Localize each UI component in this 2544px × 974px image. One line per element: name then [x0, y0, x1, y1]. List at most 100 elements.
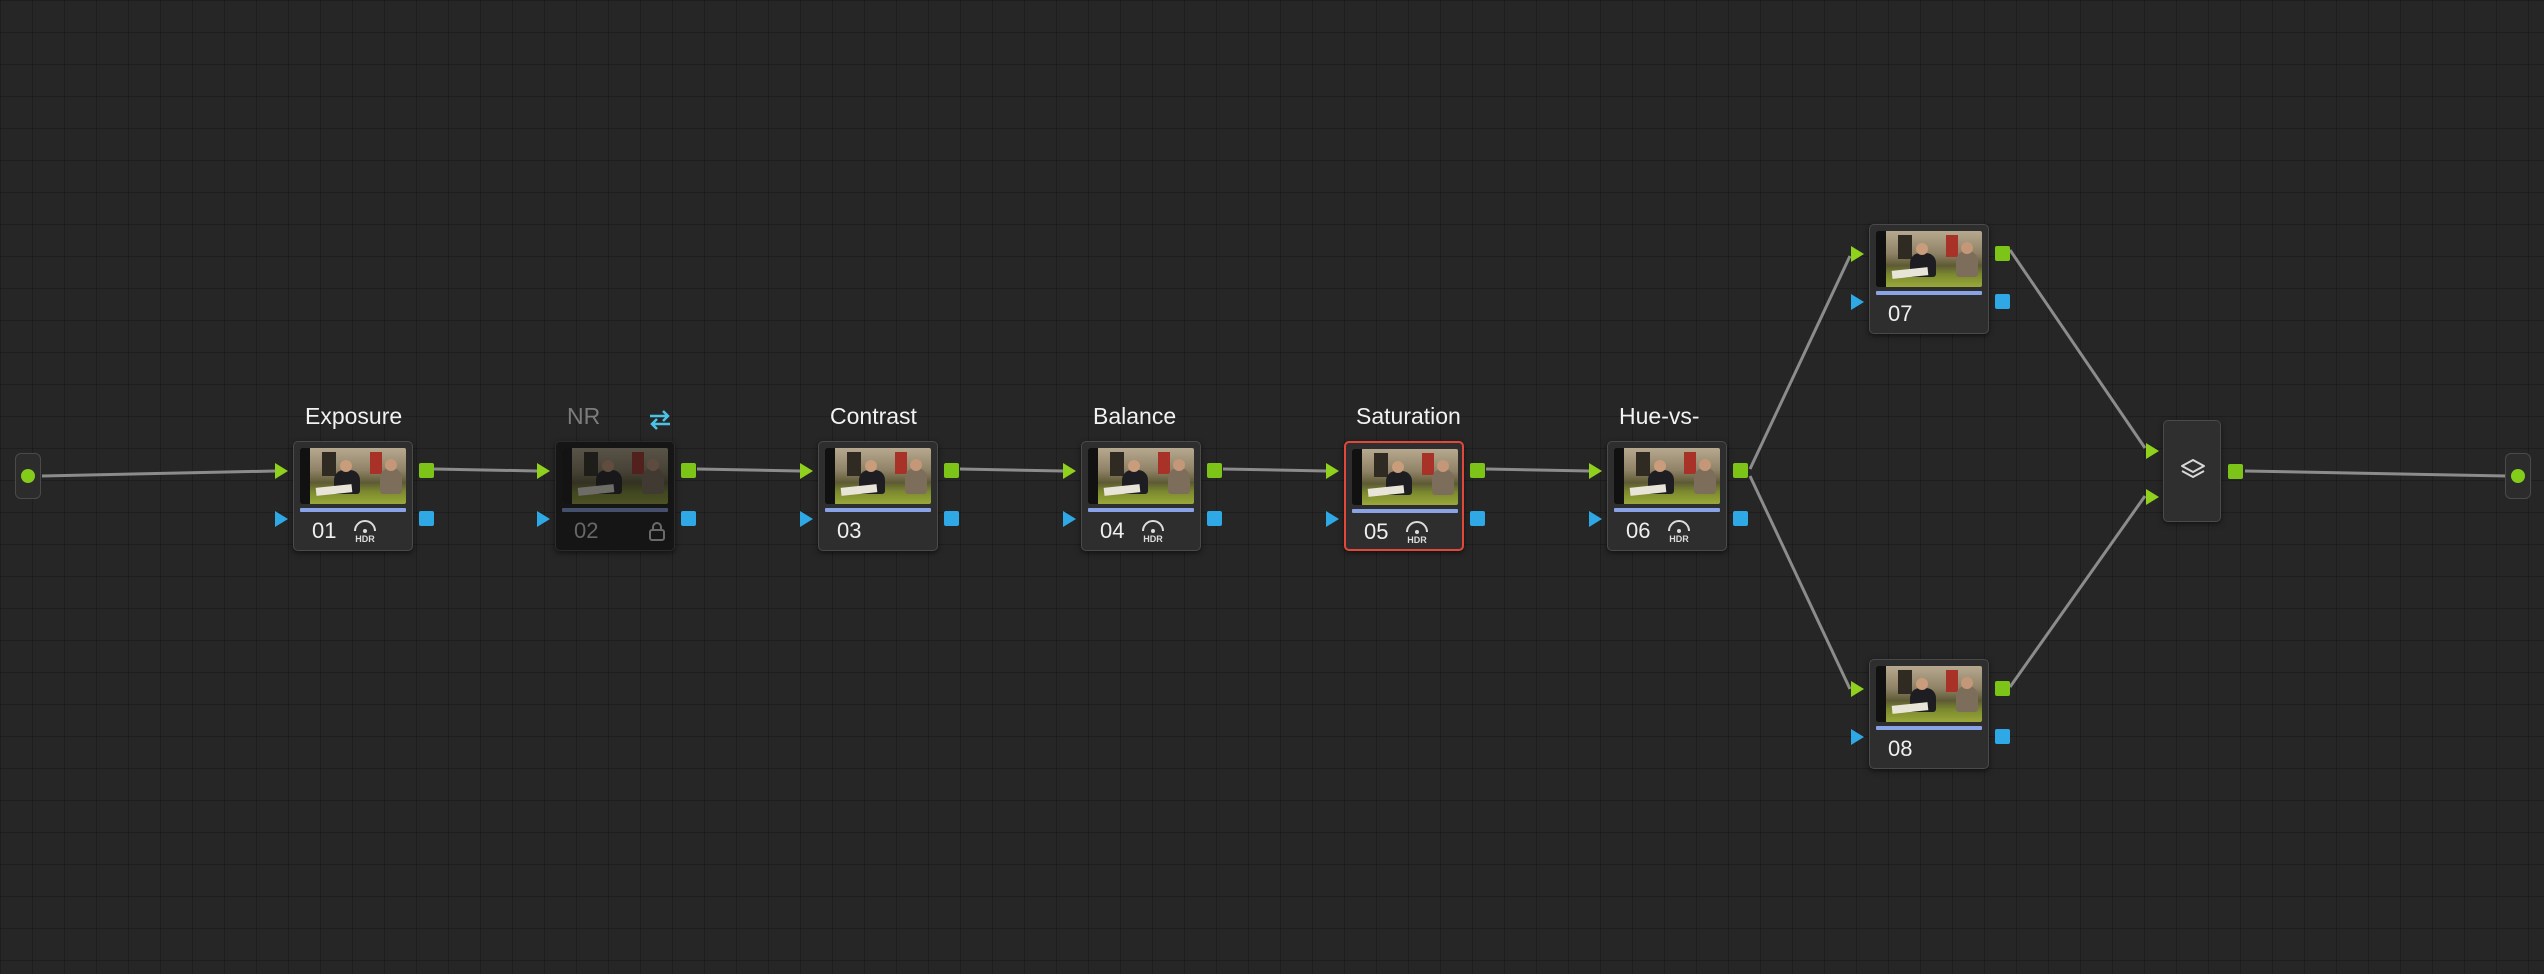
alpha-input-port[interactable] [1851, 729, 1864, 745]
rgb-input-port[interactable] [537, 463, 550, 479]
node-label[interactable]: Contrast [830, 403, 917, 430]
rgb-input-port[interactable] [1851, 246, 1864, 262]
node-status-bar [1614, 508, 1720, 512]
node-label[interactable]: Exposure [305, 403, 402, 430]
node-thumbnail [825, 448, 931, 504]
alpha-output-port[interactable] [1470, 511, 1485, 526]
output-node[interactable] [2505, 453, 2531, 499]
rgb-output-port[interactable] [419, 463, 434, 478]
node-thumbnail [1088, 448, 1194, 504]
node-08[interactable]: 08 [1851, 659, 2010, 769]
node-body[interactable]: 05 HDR [1344, 441, 1464, 551]
node-status-bar [300, 508, 406, 512]
source-output-port[interactable] [21, 469, 35, 483]
alpha-output-port[interactable] [419, 511, 434, 526]
node-thumbnail [1352, 449, 1458, 505]
alpha-input-port[interactable] [275, 511, 288, 527]
node-label[interactable]: NR [567, 403, 600, 430]
node-05[interactable]: Saturation 05 HDR [1326, 403, 1485, 551]
node-body[interactable]: 08 [1869, 659, 1989, 769]
alpha-input-port[interactable] [537, 511, 550, 527]
rgb-output-port[interactable] [1470, 463, 1485, 478]
hdr-icon: HDR [1406, 521, 1428, 545]
rgb-input-port[interactable] [1851, 681, 1864, 697]
layer-input-port-1[interactable] [2146, 443, 2159, 459]
svg-text:HDR: HDR [1669, 534, 1689, 544]
wire-mixer-output [2244, 469, 2508, 478]
layer-input-port-2[interactable] [2146, 489, 2159, 505]
node-03[interactable]: Contrast 03 [800, 403, 959, 551]
rgb-output-port[interactable] [681, 463, 696, 478]
alpha-output-port[interactable] [944, 511, 959, 526]
swap-arrows-icon[interactable] [647, 407, 673, 431]
layers-icon [2181, 459, 2205, 478]
hdr-icon: HDR [1142, 520, 1164, 544]
node-07[interactable]: 07 [1851, 224, 2010, 334]
output-input-port[interactable] [2511, 469, 2525, 483]
wire-08-mixer [2008, 495, 2147, 688]
node-body[interactable]: 07 [1869, 224, 1989, 334]
layer-mixer-node[interactable] [2146, 420, 2243, 522]
alpha-input-port[interactable] [1326, 511, 1339, 527]
node-thumbnail [1614, 448, 1720, 504]
alpha-output-port[interactable] [1733, 511, 1748, 526]
node-number: 05 [1364, 519, 1389, 544]
node-body[interactable]: 01 HDR [293, 441, 413, 551]
wire-05-06 [1485, 467, 1590, 473]
rgb-output-port[interactable] [1995, 681, 2010, 696]
node-thumbnail [562, 448, 668, 504]
rgb-output-port[interactable] [944, 463, 959, 478]
alpha-input-port[interactable] [1063, 511, 1076, 527]
lock-icon [649, 522, 665, 541]
node-status-bar [1876, 726, 1982, 730]
node-number: 03 [837, 518, 862, 543]
alpha-output-port[interactable] [1995, 294, 2010, 309]
rgb-output-port[interactable] [1207, 463, 1222, 478]
node-number: 07 [1888, 301, 1913, 326]
wire-07-mixer [2008, 249, 2147, 449]
node-number: 01 [312, 518, 337, 543]
node-status-bar [562, 508, 668, 512]
wire-03-04 [959, 467, 1064, 473]
node-04[interactable]: Balance 04 HDR [1063, 403, 1222, 551]
wire-06-08 [1748, 475, 1852, 690]
node-status-bar [1352, 509, 1458, 513]
node-thumbnail [1876, 666, 1982, 722]
alpha-input-port[interactable] [1851, 294, 1864, 310]
rgb-input-port[interactable] [275, 463, 288, 479]
node-02[interactable]: NR 02 [537, 403, 696, 551]
node-label[interactable]: Saturation [1356, 403, 1461, 430]
rgb-input-port[interactable] [1063, 463, 1076, 479]
node-status-bar [1876, 291, 1982, 295]
source-input-node[interactable] [15, 453, 41, 499]
node-label[interactable]: Hue-vs- [1619, 403, 1700, 430]
alpha-output-port[interactable] [1207, 511, 1222, 526]
hdr-icon: HDR [1668, 520, 1690, 544]
node-01[interactable]: Exposure 01 HDR [275, 403, 434, 551]
alpha-input-port[interactable] [1589, 511, 1602, 527]
node-number: 02 [574, 518, 599, 543]
rgb-output-port[interactable] [2228, 464, 2243, 479]
node-body[interactable]: 02 [555, 441, 675, 551]
node-thumbnail [300, 448, 406, 504]
node-number: 08 [1888, 736, 1913, 761]
node-label[interactable]: Balance [1093, 403, 1176, 430]
node-06[interactable]: Hue-vs- 06 HDR [1589, 403, 1748, 551]
rgb-input-port[interactable] [1326, 463, 1339, 479]
alpha-output-port[interactable] [1995, 729, 2010, 744]
node-body[interactable]: 03 [818, 441, 938, 551]
hdr-icon: HDR [354, 520, 376, 544]
rgb-input-port[interactable] [800, 463, 813, 479]
rgb-output-port[interactable] [1733, 463, 1748, 478]
alpha-output-port[interactable] [681, 511, 696, 526]
node-thumbnail [1876, 231, 1982, 287]
node-body[interactable]: 06 HDR [1607, 441, 1727, 551]
alpha-input-port[interactable] [800, 511, 813, 527]
wire-06-07 [1748, 255, 1852, 470]
svg-text:HDR: HDR [355, 534, 375, 544]
rgb-output-port[interactable] [1995, 246, 2010, 261]
node-body[interactable]: 04 HDR [1081, 441, 1201, 551]
rgb-input-port[interactable] [1589, 463, 1602, 479]
node-number: 04 [1100, 518, 1125, 543]
wire-source-01 [41, 469, 276, 478]
